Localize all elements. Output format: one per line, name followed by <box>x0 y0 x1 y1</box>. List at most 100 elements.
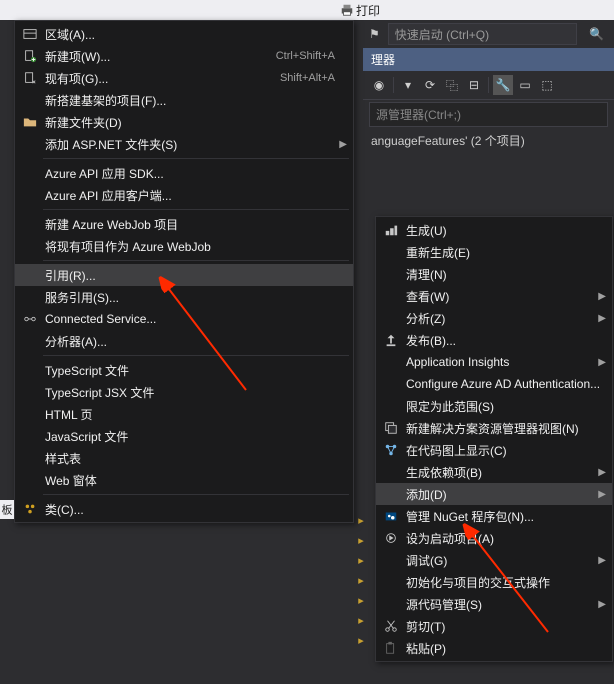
back-history-icon[interactable]: ▾ <box>398 75 418 95</box>
newitem-icon <box>19 49 41 63</box>
menu-item[interactable]: 新建项(W)...Ctrl+Shift+A <box>15 45 353 67</box>
codemap-icon <box>380 443 402 457</box>
menu-item[interactable]: Connected Service... <box>15 308 353 330</box>
folder-icon[interactable]: ▸ <box>348 550 374 570</box>
menu-item[interactable]: 清理(N) <box>376 263 612 285</box>
menu-item-label: 分析器(A)... <box>41 333 349 350</box>
menu-item-label: 生成依赖项(B) <box>402 464 608 481</box>
menu-item[interactable]: 添加 ASP.NET 文件夹(S)▶ <box>15 133 353 155</box>
class-icon <box>19 502 41 516</box>
menu-separator <box>43 355 349 356</box>
menu-item-label: 分析(Z) <box>402 310 608 327</box>
menu-item[interactable]: 生成依赖项(B)▶ <box>376 461 612 483</box>
menu-item[interactable]: 分析(Z)▶ <box>376 307 612 329</box>
menu-item[interactable]: 引用(R)... <box>15 264 353 286</box>
menu-item[interactable]: 新搭建基架的项目(F)... <box>15 89 353 111</box>
menu-item-label: 管理 NuGet 程序包(N)... <box>402 508 608 525</box>
menu-item[interactable]: TypeScript 文件 <box>15 359 353 381</box>
showall-icon[interactable]: ▭ <box>515 75 535 95</box>
menu-item[interactable]: 剪切(T) <box>376 615 612 637</box>
menu-item-label: 新建项(W)... <box>41 48 276 65</box>
side-tab[interactable]: 板 <box>0 500 14 519</box>
folder-icon[interactable]: ▸ <box>348 590 374 610</box>
search-icon[interactable]: 🔍 <box>585 27 608 41</box>
menu-item[interactable]: 新建解决方案资源管理器视图(N) <box>376 417 612 439</box>
menu-item-label: 区域(A)... <box>41 26 349 43</box>
menu-item[interactable]: 源代码管理(S)▶ <box>376 593 612 615</box>
menu-item[interactable]: 初始化与项目的交互式操作 <box>376 571 612 593</box>
menu-item[interactable]: JavaScript 文件 <box>15 425 353 447</box>
menu-item[interactable]: 生成(U) <box>376 219 612 241</box>
title-bar-right: ⚑ 快速启动 (Ctrl+Q) 🔍 <box>363 20 614 48</box>
menu-item-label: 服务引用(S)... <box>41 289 349 306</box>
menu-item[interactable]: 服务引用(S)... <box>15 286 353 308</box>
submenu-arrow-icon: ▶ <box>598 599 606 610</box>
menu-item-label: 引用(R)... <box>41 267 349 284</box>
side-tab-label: 板 <box>0 504 12 515</box>
solution-search-input[interactable]: 源管理器(Ctrl+;) <box>369 102 608 127</box>
copy-icon[interactable]: ⿻ <box>442 75 462 95</box>
preview-icon[interactable]: ⬚ <box>537 75 557 95</box>
menu-item[interactable]: 样式表 <box>15 447 353 469</box>
top-toolbar-strip: 打印 <box>0 0 614 20</box>
menu-item-label: TypeScript JSX 文件 <box>41 384 349 401</box>
submenu-arrow-icon: ▶ <box>598 489 606 500</box>
collapse-icon[interactable]: ⊟ <box>464 75 484 95</box>
tree-expand-icon[interactable]: ▸ <box>348 530 374 550</box>
nuget-icon <box>380 509 402 523</box>
menu-item-label: 类(C)... <box>41 501 349 518</box>
submenu-arrow-icon: ▶ <box>598 357 606 368</box>
menu-item[interactable]: 将现有项目作为 Azure WebJob <box>15 235 353 257</box>
menu-item-label: 调试(G) <box>402 552 608 569</box>
menu-item[interactable]: 查看(W)▶ <box>376 285 612 307</box>
menu-item-label: 添加 ASP.NET 文件夹(S) <box>41 136 349 153</box>
solution-node[interactable]: anguageFeatures' (2 个项目) <box>363 129 614 152</box>
submenu-arrow-icon: ▶ <box>598 555 606 566</box>
menu-item[interactable]: 发布(B)... <box>376 329 612 351</box>
menu-item[interactable]: 现有项(G)...Shift+Alt+A <box>15 67 353 89</box>
menu-item-label: Web 窗体 <box>41 472 349 489</box>
home-icon[interactable]: ◉ <box>369 75 389 95</box>
print-label[interactable]: 打印 <box>356 2 380 19</box>
menu-item-label: TypeScript 文件 <box>41 362 349 379</box>
menu-item[interactable]: 区域(A)... <box>15 23 353 45</box>
quick-launch-placeholder: 快速启动 (Ctrl+Q) <box>395 26 489 43</box>
menu-item[interactable]: Application Insights▶ <box>376 351 612 373</box>
refresh-icon[interactable]: ⟳ <box>420 75 440 95</box>
menu-item[interactable]: 调试(G)▶ <box>376 549 612 571</box>
menu-item-label: 清理(N) <box>402 266 608 283</box>
menu-item[interactable]: 类(C)... <box>15 498 353 520</box>
quick-launch-input[interactable]: 快速启动 (Ctrl+Q) <box>388 23 577 45</box>
existitem-icon <box>19 71 41 85</box>
menu-item[interactable]: Azure API 应用客户端... <box>15 184 353 206</box>
tree-icons-strip: ▸ ▸ ▸ ▸ ▸ ▸ ▸ <box>348 510 374 650</box>
menu-item[interactable]: 分析器(A)... <box>15 330 353 352</box>
flag-icon[interactable]: ⚑ <box>369 27 380 41</box>
menu-item-label: 初始化与项目的交互式操作 <box>402 574 608 591</box>
submenu-arrow-icon: ▶ <box>598 313 606 324</box>
menu-item-label: 设为启动项目(A) <box>402 530 608 547</box>
submenu-arrow-icon: ▶ <box>339 139 347 150</box>
menu-item[interactable]: 设为启动项目(A) <box>376 527 612 549</box>
menu-item[interactable]: 粘贴(P) <box>376 637 612 659</box>
menu-item[interactable]: Azure API 应用 SDK... <box>15 162 353 184</box>
newview-icon <box>380 421 402 435</box>
menu-item[interactable]: 新建文件夹(D) <box>15 111 353 133</box>
menu-item[interactable]: HTML 页 <box>15 403 353 425</box>
menu-item[interactable]: 管理 NuGet 程序包(N)... <box>376 505 612 527</box>
menu-item[interactable]: Web 窗体 <box>15 469 353 491</box>
menu-item[interactable]: Configure Azure AD Authentication... <box>376 373 612 395</box>
menu-item[interactable]: 重新生成(E) <box>376 241 612 263</box>
folder-icon[interactable]: ▸ <box>348 570 374 590</box>
menu-item[interactable]: 新建 Azure WebJob 项目 <box>15 213 353 235</box>
properties-icon[interactable]: 🔧 <box>493 75 513 95</box>
menu-item[interactable]: TypeScript JSX 文件 <box>15 381 353 403</box>
folder-icon[interactable]: ▸ <box>348 630 374 650</box>
menu-item[interactable]: 限定为此范围(S) <box>376 395 612 417</box>
submenu-arrow-icon: ▶ <box>598 291 606 302</box>
folder-icon[interactable]: ▸ <box>348 610 374 630</box>
menu-item-label: Connected Service... <box>41 312 349 326</box>
menu-item[interactable]: 添加(D)▶ <box>376 483 612 505</box>
menu-item-label: 剪切(T) <box>402 618 608 635</box>
menu-item[interactable]: 在代码图上显示(C) <box>376 439 612 461</box>
